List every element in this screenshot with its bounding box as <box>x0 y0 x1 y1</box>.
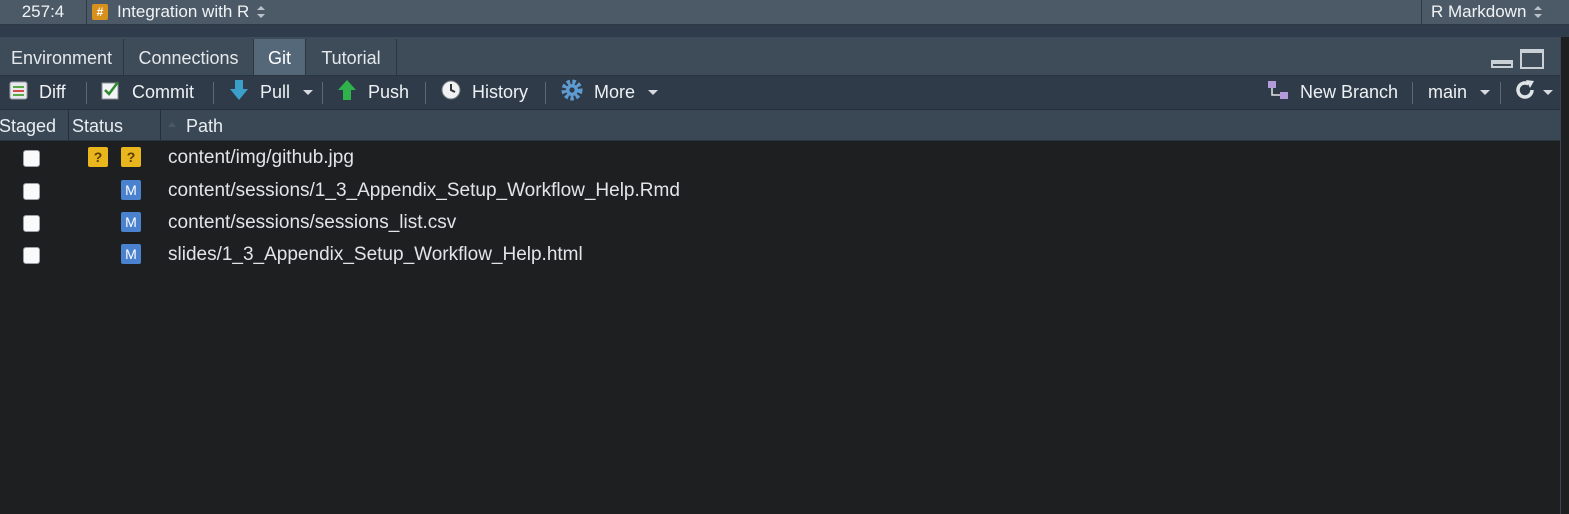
refresh-icon <box>1513 78 1537 107</box>
file-list-header: Staged Status Path <box>0 110 1560 141</box>
modified-status-badge: M <box>121 244 141 264</box>
chevron-down-icon <box>1480 90 1491 95</box>
file-path: content/img/github.jpg <box>168 147 354 168</box>
file-row[interactable]: M content/sessions/1_3_Appendix_Setup_Wo… <box>0 175 1560 207</box>
staged-column-header[interactable]: Staged <box>0 110 56 140</box>
pane-tab-bar: Environment Connections Git Tutorial <box>0 37 1560 76</box>
toolbar-divider <box>322 82 323 104</box>
toolbar-divider <box>425 82 426 104</box>
diff-icon <box>9 81 28 105</box>
editor-status-bar: 257:4 # Integration with R R Markdown <box>0 0 1569 25</box>
file-row[interactable]: M content/sessions/sessions_list.csv <box>0 207 1560 239</box>
file-path: content/sessions/sessions_list.csv <box>168 212 457 233</box>
untracked-status-badge: ? <box>88 147 108 167</box>
file-row[interactable]: ? ? content/img/github.jpg <box>0 142 1560 174</box>
modified-status-badge: M <box>121 212 141 232</box>
diff-label: Diff <box>39 82 66 102</box>
section-navigator[interactable]: # Integration with R <box>92 0 266 24</box>
staged-checkbox[interactable] <box>23 247 40 264</box>
file-row[interactable]: M slides/1_3_Appendix_Setup_Workflow_Hel… <box>0 239 1560 271</box>
document-type-label: R Markdown <box>1431 2 1527 21</box>
pull-down-arrow-icon <box>229 79 249 106</box>
toolbar-divider <box>1412 82 1413 104</box>
sort-indicator-icon <box>168 122 176 127</box>
staged-checkbox[interactable] <box>23 150 40 167</box>
branch-selector[interactable]: main <box>1428 76 1491 109</box>
commit-checkbox-icon <box>101 80 121 105</box>
git-toolbar: Diff Commit Pull Push History More New B… <box>0 76 1560 110</box>
push-button[interactable]: Push <box>337 76 409 109</box>
git-pane: Environment Connections Git Tutorial Dif… <box>0 37 1561 514</box>
commit-button[interactable]: Commit <box>101 76 194 109</box>
commit-label: Commit <box>132 82 194 102</box>
toolbar-divider <box>1500 82 1501 104</box>
more-label: More <box>594 82 636 102</box>
cursor-position: 257:4 <box>0 0 87 24</box>
chevron-down-icon[interactable] <box>303 90 314 95</box>
document-type-selector[interactable]: R Markdown <box>1421 0 1569 24</box>
tab-git[interactable]: Git <box>254 39 306 75</box>
updown-arrows-icon <box>1534 5 1543 19</box>
new-branch-button[interactable]: New Branch <box>1267 76 1398 109</box>
clock-icon <box>441 80 461 105</box>
push-up-arrow-icon <box>337 79 357 106</box>
section-name: Integration with R <box>117 2 250 21</box>
history-label: History <box>472 82 529 102</box>
hash-icon: # <box>92 4 108 20</box>
updown-arrows-icon <box>257 5 266 19</box>
gear-icon <box>561 79 583 106</box>
chevron-down-icon <box>648 90 659 95</box>
toolbar-divider <box>545 82 546 104</box>
column-divider[interactable] <box>160 110 161 140</box>
tab-tutorial[interactable]: Tutorial <box>306 39 397 75</box>
tab-connections[interactable]: Connections <box>124 39 254 75</box>
column-divider[interactable] <box>68 110 69 140</box>
pane-splitter[interactable] <box>0 25 1569 37</box>
toolbar-divider <box>86 82 87 104</box>
new-branch-label: New Branch <box>1300 82 1399 102</box>
branch-icon <box>1267 80 1289 105</box>
untracked-status-badge: ? <box>121 147 141 167</box>
file-path: slides/1_3_Appendix_Setup_Workflow_Help.… <box>168 244 583 265</box>
staged-checkbox[interactable] <box>23 215 40 232</box>
toolbar-divider <box>213 82 214 104</box>
branch-name: main <box>1428 82 1468 102</box>
pull-label: Pull <box>260 82 291 102</box>
diff-button[interactable]: Diff <box>9 76 66 109</box>
modified-status-badge: M <box>121 180 141 200</box>
path-column-header[interactable]: Path <box>186 110 223 140</box>
staged-checkbox[interactable] <box>23 183 40 200</box>
minimize-pane-icon[interactable] <box>1491 60 1513 68</box>
refresh-button[interactable] <box>1513 76 1553 109</box>
more-button[interactable]: More <box>561 76 659 109</box>
status-column-header[interactable]: Status <box>72 110 123 140</box>
history-button[interactable]: History <box>441 76 528 109</box>
file-path: content/sessions/1_3_Appendix_Setup_Work… <box>168 180 680 201</box>
maximize-pane-icon[interactable] <box>1520 49 1544 69</box>
pull-button[interactable]: Pull <box>229 76 314 109</box>
tab-environment[interactable]: Environment <box>0 39 124 75</box>
push-label: Push <box>368 82 410 102</box>
chevron-down-icon <box>1543 90 1553 95</box>
